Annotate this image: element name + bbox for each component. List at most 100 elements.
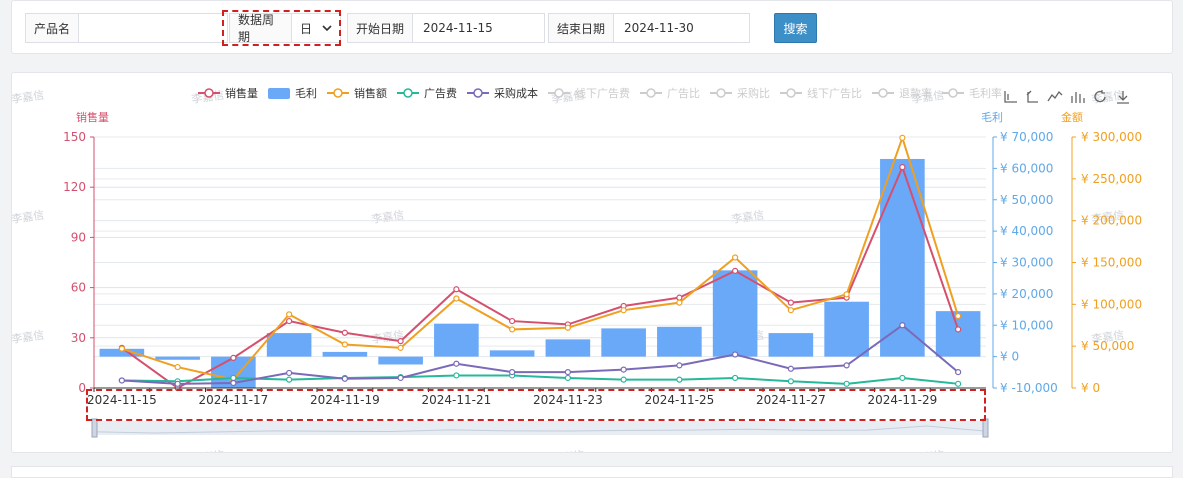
legend-item[interactable]: 退款率 xyxy=(872,86,932,100)
profit-bars xyxy=(99,158,981,388)
legend-marker xyxy=(786,88,796,98)
mid-axis-title: 毛利 xyxy=(981,111,1003,124)
zoom-slider[interactable] xyxy=(91,418,989,438)
zoom-track xyxy=(94,421,986,435)
right-tick-label: ¥ 250,000 xyxy=(1081,172,1142,186)
purchase_cost-point xyxy=(453,360,460,367)
legend-label: 毛利率 xyxy=(969,86,1002,100)
right-axis-title: 金额 xyxy=(1061,110,1083,124)
purchase_cost-point xyxy=(676,362,683,369)
ad_fee-point xyxy=(732,374,739,382)
sales_amount-point xyxy=(899,134,906,141)
mid-tick-label: ¥ 40,000 xyxy=(1000,224,1053,238)
annotation-highlight-period xyxy=(222,10,341,46)
end-date-input[interactable]: 2024-11-30 xyxy=(614,14,704,42)
legend-item[interactable]: 采购比 xyxy=(710,86,770,100)
mid-tick-label: ¥ 20,000 xyxy=(1000,287,1053,301)
right-tick-label: ¥ 100,000 xyxy=(1081,297,1142,311)
legend-label: 广告比 xyxy=(667,87,700,100)
legend-bar-swatch xyxy=(268,88,290,99)
line-chart-icon[interactable] xyxy=(1047,89,1063,105)
legend-item[interactable]: 销售额 xyxy=(327,86,387,100)
profit-bar xyxy=(712,270,758,357)
left-tick-label: 60 xyxy=(71,281,86,295)
purchase_cost-point xyxy=(230,379,237,387)
ad_fee-point xyxy=(286,376,293,383)
left-axis-title: 销售量 xyxy=(76,110,109,124)
watermark-text: 李嘉信 xyxy=(910,448,945,452)
search-button[interactable]: 搜索 xyxy=(774,13,817,43)
watermark-text: 李嘉信 xyxy=(730,208,765,226)
zoom-icon[interactable] xyxy=(1003,89,1019,105)
legend-item[interactable]: 毛利率 xyxy=(942,86,1002,100)
zoom-handle-left xyxy=(91,418,98,438)
purchase_cost-point xyxy=(397,374,404,382)
mid-tick-label: ¥ 30,000 xyxy=(1000,256,1053,270)
left-tick-label: 30 xyxy=(71,331,86,345)
watermark-text: 李嘉信 xyxy=(12,328,45,346)
mid-tick-label: ¥ -10,000 xyxy=(1000,381,1058,395)
legend-label: 销售额 xyxy=(354,86,387,100)
legend-item[interactable]: 线下广告比 xyxy=(780,86,862,100)
legend: 销售量 毛利 销售额 广告费 采购成本 线下广告费 广告比 采购比 线下广告比 退款率 毛利率 xyxy=(198,86,1002,100)
profit-bar xyxy=(545,339,591,357)
purchase_cost-point xyxy=(118,377,125,384)
purchase_cost-point xyxy=(787,365,794,372)
profit-bar xyxy=(322,351,368,357)
profit-bar xyxy=(489,350,535,357)
watermark-text: 李嘉信 xyxy=(12,208,45,226)
sales_amount-point xyxy=(509,326,516,333)
ad_fee-point xyxy=(676,376,683,383)
start-date-input[interactable]: 2024-11-15 xyxy=(413,14,503,42)
legend-label: 采购成本 xyxy=(494,86,538,100)
right-tick-label: ¥ 300,000 xyxy=(1081,130,1142,144)
download-icon[interactable] xyxy=(1115,89,1131,105)
sales_qty-point xyxy=(230,354,237,361)
restore-icon[interactable] xyxy=(1092,89,1108,105)
sales_qty-point xyxy=(341,329,348,336)
sales_qty-point xyxy=(286,317,293,325)
left-tick-label: 90 xyxy=(71,230,86,244)
mid-tick-label: ¥ 70,000 xyxy=(1000,130,1053,144)
legend-marker xyxy=(948,88,958,98)
mid-tick-label: ¥ 0 xyxy=(1000,350,1019,364)
sales_amount-point xyxy=(676,299,683,306)
product-name-field: 产品名 xyxy=(25,13,228,43)
purchase_cost-point xyxy=(564,369,571,376)
legend-marker xyxy=(878,88,888,98)
purchase_cost-point xyxy=(174,380,181,387)
profit-bar xyxy=(434,323,479,357)
legend-marker xyxy=(403,88,413,98)
purchase_cost-point xyxy=(620,366,627,373)
sales_amount-point xyxy=(620,307,627,314)
profit-bar xyxy=(657,326,702,357)
profit-bar xyxy=(378,356,423,365)
legend-item[interactable]: 广告费 xyxy=(397,87,457,100)
zoom-reset-icon[interactable] xyxy=(1025,89,1041,105)
profit-bar xyxy=(601,328,646,357)
right-tick-label: ¥ 200,000 xyxy=(1081,214,1142,228)
legend-item[interactable]: 毛利 xyxy=(268,87,317,100)
legend-marker xyxy=(473,88,483,98)
ad_fee-point xyxy=(787,378,794,385)
sales_amount-point xyxy=(453,295,460,302)
end-date-label: 结束日期 xyxy=(549,14,615,42)
bar-chart-icon[interactable] xyxy=(1070,89,1086,105)
sales_qty-point xyxy=(509,317,516,325)
profit-bar xyxy=(266,333,312,357)
sales_qty-point xyxy=(453,286,460,293)
legend-item[interactable]: 采购成本 xyxy=(467,86,538,100)
start-date-label: 开始日期 xyxy=(348,14,414,42)
watermark-text: 李嘉信 xyxy=(370,208,405,226)
ad_fee-point xyxy=(620,376,627,383)
purchase_cost-point xyxy=(509,369,516,376)
purchase_cost-point xyxy=(286,369,293,377)
sales_amount-point xyxy=(564,324,571,331)
purchase_cost-point xyxy=(341,375,348,382)
sales_amount-point xyxy=(843,291,850,298)
sales_amount-point xyxy=(341,341,348,348)
legend-item[interactable]: 广告比 xyxy=(640,87,700,100)
sales_qty-point xyxy=(787,299,794,306)
mid-tick-label: ¥ 60,000 xyxy=(1000,161,1053,175)
product-name-input[interactable] xyxy=(79,14,227,42)
